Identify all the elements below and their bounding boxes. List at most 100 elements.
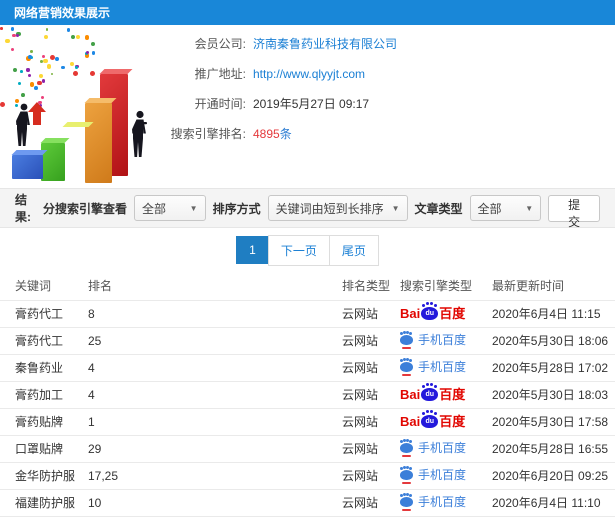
engine-select-value: 全部 xyxy=(141,201,166,216)
confetti-dot xyxy=(69,62,75,67)
table-header-row: 关键词 排名 排名类型 搜索引擎类型 最新更新时间 xyxy=(0,272,615,300)
confetti-dot xyxy=(0,101,5,107)
mobile-baidu-logo-icon: 手机百度 xyxy=(400,493,466,511)
engine-cell: 手机百度 xyxy=(400,326,492,354)
confetti-dot xyxy=(10,27,15,31)
rank-type-cell: 云网站 xyxy=(342,407,400,435)
keyword-cell: 金华防护服 xyxy=(0,461,88,489)
bar-green xyxy=(41,143,65,181)
table-row: 秦鲁药业 4 云网站 手机百度 2020年5月28日 17:02 xyxy=(0,353,615,381)
confetti-dot xyxy=(37,80,42,86)
table-row: 口罩贴牌 29 云网站 手机百度 2020年5月28日 16:55 xyxy=(0,434,615,462)
submit-button[interactable]: 提交 xyxy=(548,194,600,229)
confetti-dot xyxy=(18,81,22,85)
baidu-logo-icon: Bai du 百度 xyxy=(400,384,466,402)
bar-blue xyxy=(12,155,43,179)
member-company-field: 会员公司: 济南秦鲁药业科技有限公司 xyxy=(160,35,600,52)
keyword-cell: 福建防护服 xyxy=(0,488,88,516)
page: 网络营销效果展示 会员公司: 济南秦鲁药业科技有限公司 推广地址: http://ww… xyxy=(0,0,615,520)
bar-orange xyxy=(85,103,112,183)
sort-select[interactable]: 关键词由短到长排序 ▼ xyxy=(267,195,408,221)
engine-select[interactable]: 全部 ▼ xyxy=(133,195,206,221)
updated-cell: 2020年5月30日 18:03 xyxy=(492,380,615,408)
confetti-dot xyxy=(16,33,20,38)
baidu-logo-icon: Bai du 百度 xyxy=(400,411,466,429)
rank-type-cell xyxy=(342,515,400,520)
confetti-dot xyxy=(60,65,65,70)
chevron-down-icon: ▼ xyxy=(189,203,198,213)
confetti-dot xyxy=(27,74,32,78)
engine-cell: Bai du 百度 xyxy=(400,407,492,435)
updated-cell: 2020年6月4日 11:10 xyxy=(492,488,615,516)
next-page-button[interactable]: 下一页 xyxy=(267,234,330,266)
confetti-dot xyxy=(5,38,10,44)
confetti-dot xyxy=(28,55,33,59)
keyword-cell: 口罩贴牌 xyxy=(0,434,88,462)
confetti-dot xyxy=(91,51,96,56)
keyword-cell: 膏药贴牌 xyxy=(0,407,88,435)
confetti-dot xyxy=(29,82,35,87)
promo-url-value[interactable]: http://www.qlyyjt.com xyxy=(253,67,365,81)
last-page-button[interactable]: 尾页 xyxy=(328,234,379,266)
engine-rank-count-value: 4895 xyxy=(253,126,280,141)
mobile-baidu-paw-icon xyxy=(400,493,413,511)
mobile-baidu-logo-icon: 手机百度 xyxy=(400,439,466,457)
mobile-baidu-paw-icon xyxy=(400,358,413,376)
confetti-dot xyxy=(54,57,59,61)
promo-url-label: 推广地址: xyxy=(194,67,246,81)
rank-type-cell: 云网站 xyxy=(342,299,400,327)
rank-cell[interactable]: 17,25 xyxy=(88,461,342,489)
confetti-dot xyxy=(0,27,3,30)
pagination: 1 下一页 尾页 xyxy=(0,228,615,272)
table-row: 金华防护服 17,25 云网站 手机百度 2020年6月20日 09:25 xyxy=(0,461,615,489)
updated-cell: 2020年5月30日 17:58 xyxy=(492,407,615,435)
confetti-dot xyxy=(30,49,33,53)
engine-cell: 手机百度 xyxy=(400,461,492,489)
keyword-cell: 膏药代工 xyxy=(0,326,88,354)
confetti-dot xyxy=(41,79,46,83)
keyword-header: 关键词 xyxy=(15,279,52,294)
rank-cell[interactable] xyxy=(88,515,342,520)
confetti-dot xyxy=(20,92,25,97)
article-type-select[interactable]: 全部 ▼ xyxy=(469,195,542,221)
mobile-baidu-logo-icon: 手机百度 xyxy=(400,466,466,484)
rank-type-cell: 云网站 xyxy=(342,353,400,381)
updated-cell: 2020年6月4日 11:15 xyxy=(492,299,615,327)
filter-bar: 结果: 分搜索引擎查看 全部 ▼ 排序方式 关键词由短到长排序 ▼ 文章类型 全… xyxy=(0,188,615,229)
rank-cell[interactable]: 10 xyxy=(88,488,342,516)
mobile-baidu-paw-icon xyxy=(400,331,413,349)
confetti-dot xyxy=(75,34,80,40)
confetti-dot xyxy=(13,68,18,73)
engine-rank-count-field: 搜索引擎排名: 4895 条 xyxy=(160,125,600,142)
engine-rank-count-label: 搜索引擎排名: xyxy=(170,127,246,141)
table-row: 手机百度 xyxy=(0,515,615,520)
rank-type-cell: 云网站 xyxy=(342,434,400,462)
rank-cell[interactable]: 8 xyxy=(88,299,342,327)
confetti-dot xyxy=(19,70,23,74)
engine-type-header: 搜索引擎类型 xyxy=(400,279,473,294)
info-section: 会员公司: 济南秦鲁药业科技有限公司推广地址: http://www.qlyyjt.… xyxy=(0,25,615,188)
confetti-dot xyxy=(45,28,49,31)
engine-cell: 手机百度 xyxy=(400,515,492,520)
confetti-dot xyxy=(43,58,48,63)
table-row: 膏药代工 8 云网站 Bai du 百度 2020年6月4日 11:15 xyxy=(0,299,615,327)
rank-cell[interactable]: 4 xyxy=(88,353,342,381)
confetti-dot xyxy=(74,65,78,69)
table-row: 膏药贴牌 1 云网站 Bai du 百度 2020年5月30日 17:58 xyxy=(0,407,615,435)
rank-type-cell: 云网站 xyxy=(342,461,400,489)
rank-cell[interactable]: 29 xyxy=(88,434,342,462)
member-company-value[interactable]: 济南秦鲁药业科技有限公司 xyxy=(253,35,397,52)
confetti-dot xyxy=(66,28,71,32)
table-row: 福建防护服 10 云网站 手机百度 2020年6月4日 11:10 xyxy=(0,488,615,516)
rank-header: 排名 xyxy=(88,279,113,294)
confetti-dot xyxy=(43,35,48,40)
rank-cell[interactable]: 1 xyxy=(88,407,342,435)
mobile-baidu-logo-icon: 手机百度 xyxy=(400,331,466,349)
rank-cell[interactable]: 25 xyxy=(88,326,342,354)
rank-cell[interactable]: 4 xyxy=(88,380,342,408)
baidu-paw-icon: du xyxy=(421,384,439,401)
open-time-label: 开通时间: xyxy=(194,97,246,111)
results-table: 关键词 排名 排名类型 搜索引擎类型 最新更新时间 膏药代工 8 云网站 Bai… xyxy=(0,272,615,520)
updated-header: 最新更新时间 xyxy=(492,279,565,294)
page-1-button[interactable]: 1 xyxy=(236,236,269,264)
